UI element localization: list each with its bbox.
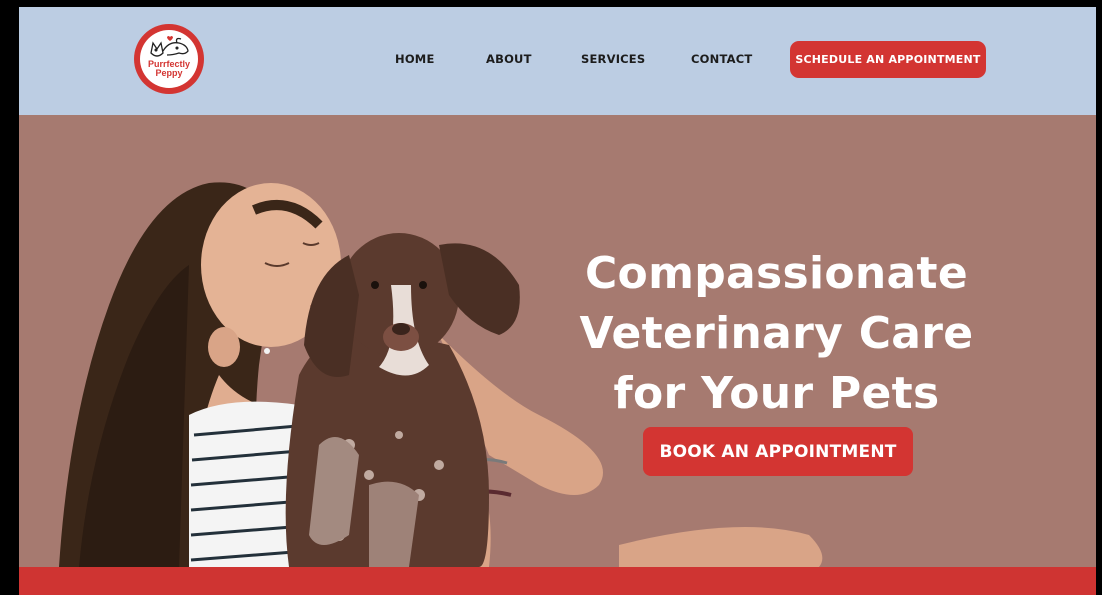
- brand-logo[interactable]: Purrfectly Peppy PET VETERINARY HOSPITAL: [133, 23, 205, 95]
- nav-home[interactable]: HOME: [395, 52, 435, 66]
- hero-title-line-1: Compassionate: [584, 248, 969, 300]
- red-band: [19, 567, 1096, 595]
- hero-title-line-2: Veterinary Care: [579, 308, 974, 360]
- nav-contact[interactable]: CONTACT: [691, 52, 752, 66]
- book-appointment-button[interactable]: BOOK AN APPOINTMENT: [643, 427, 913, 476]
- hero-title: Compassionate Veterinary Care for Your P…: [559, 244, 994, 424]
- hero-section: Compassionate Veterinary Care for Your P…: [19, 115, 1096, 567]
- nav-services[interactable]: SERVICES: [581, 52, 645, 66]
- logo-text-line2: Peppy: [155, 68, 182, 78]
- schedule-appointment-button[interactable]: SCHEDULE AN APPOINTMENT: [790, 41, 986, 78]
- hero-title-line-3: for Your Pets: [613, 368, 940, 420]
- site-header: Purrfectly Peppy PET VETERINARY HOSPITAL…: [19, 7, 1096, 115]
- nav-about[interactable]: ABOUT: [486, 52, 532, 66]
- page: Purrfectly Peppy PET VETERINARY HOSPITAL…: [19, 7, 1096, 595]
